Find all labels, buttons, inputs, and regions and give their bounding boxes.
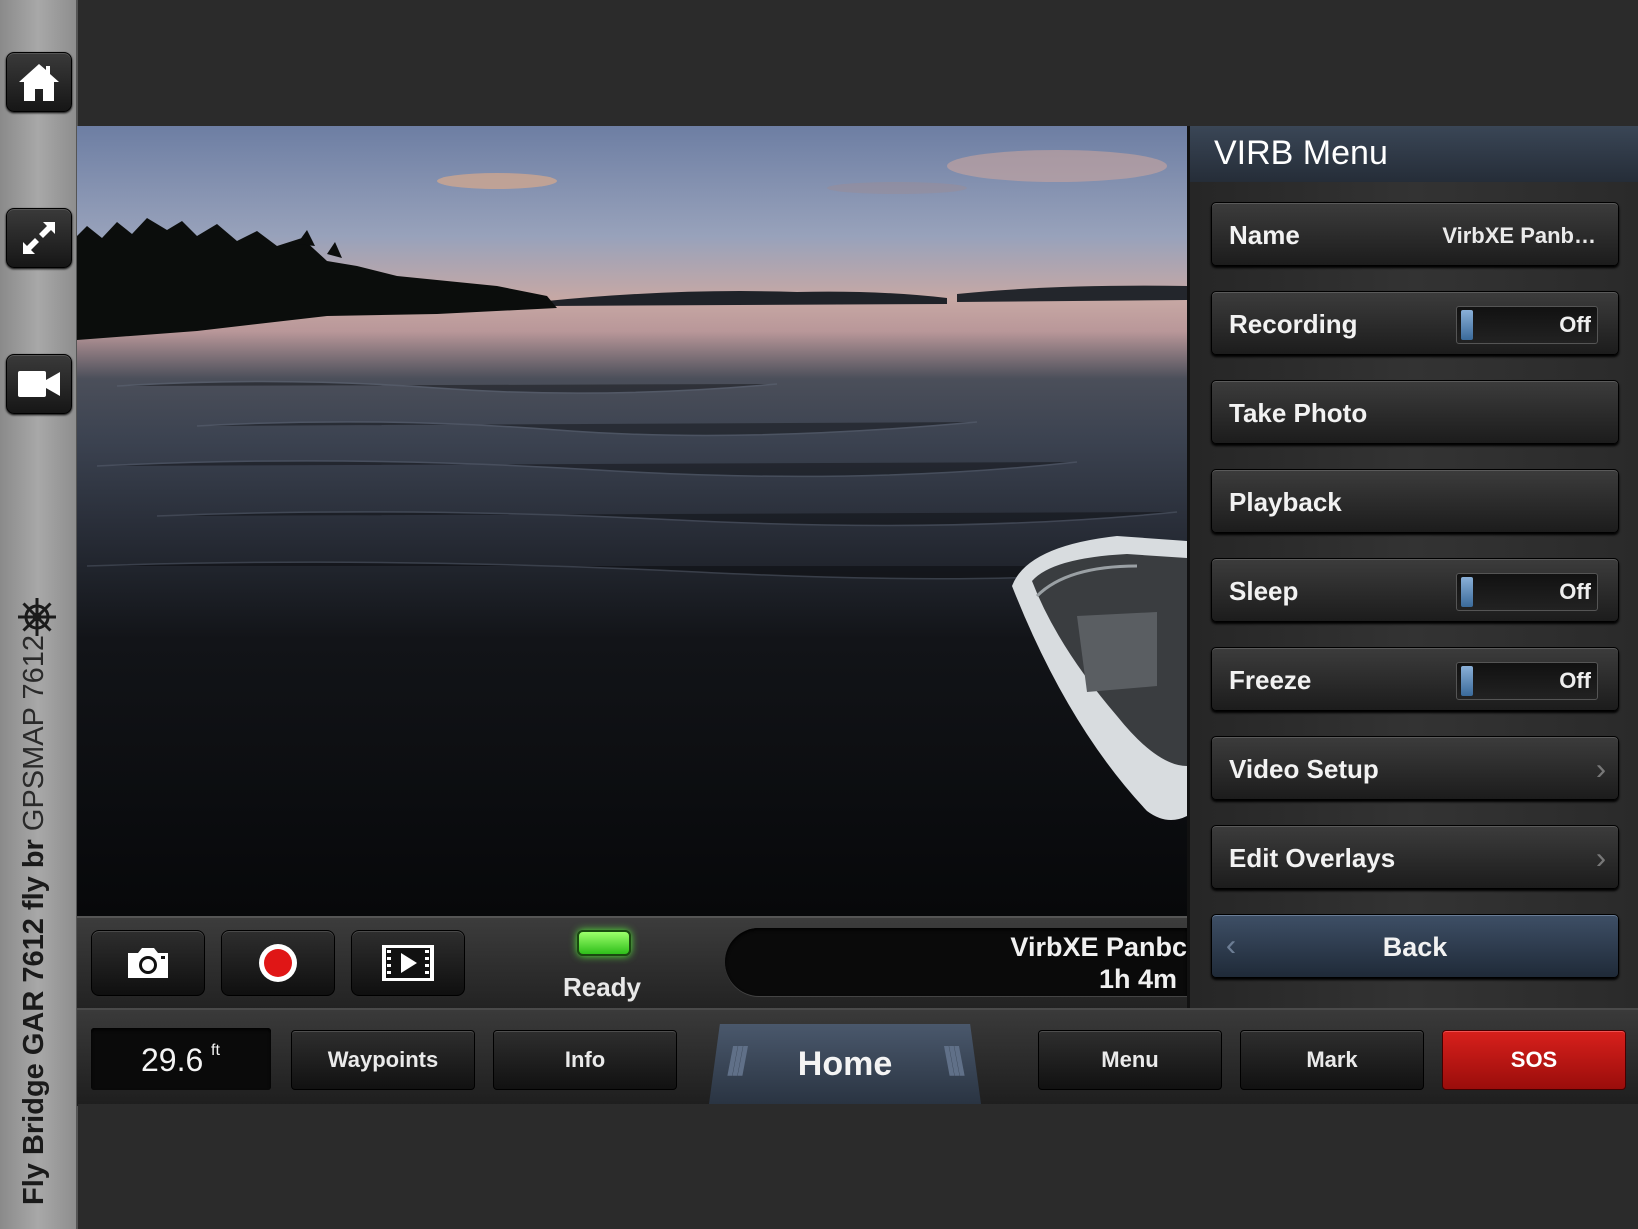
device-model: GPSMAP 7612 xyxy=(18,634,50,832)
record-button[interactable] xyxy=(221,930,335,996)
device-label: Fly Bridge GAR 7612 fly br GPSMAP 7612 xyxy=(18,635,51,1205)
recording-toggle[interactable]: Off xyxy=(1456,306,1598,344)
toggle-knob xyxy=(1461,310,1473,340)
take-photo-label: Take Photo xyxy=(1229,398,1368,428)
ready-indicator-led xyxy=(577,930,631,956)
fullscreen-icon xyxy=(23,222,55,254)
film-play-icon xyxy=(382,945,434,981)
recording-label: Recording xyxy=(1229,309,1358,339)
back-button[interactable]: ‹‹ Back xyxy=(1211,914,1619,978)
name-item[interactable]: Name VirbXE Panb… xyxy=(1211,202,1619,266)
mark-button[interactable]: Mark xyxy=(1240,1030,1424,1090)
fullscreen-rail-button[interactable] xyxy=(6,208,72,268)
left-rail: Fly Bridge GAR 7612 fly br GPSMAP 7612 xyxy=(0,0,78,1229)
camera-icon xyxy=(128,948,168,978)
freeze-state: Off xyxy=(1559,668,1591,693)
depth-value: 29.6 xyxy=(141,1042,204,1078)
bottom-strip xyxy=(78,1104,1638,1229)
camera-feed xyxy=(77,126,1187,916)
camera-info-display: VirbXE Panbc 1h 4m xyxy=(725,928,1187,996)
name-value: VirbXE Panb… xyxy=(1442,223,1596,248)
video-setup-label: Video Setup xyxy=(1229,754,1379,784)
info-button[interactable]: Info xyxy=(493,1030,677,1090)
playback-label: Playback xyxy=(1229,487,1342,517)
freeze-label: Freeze xyxy=(1229,665,1312,695)
sleep-toggle[interactable]: Off xyxy=(1456,573,1598,611)
tab-grip-left-icon: /// xyxy=(727,1040,748,1084)
video-rail-button[interactable] xyxy=(6,354,72,414)
depth-unit: ft xyxy=(211,1042,220,1059)
home-rail-button[interactable] xyxy=(6,52,72,112)
recording-item[interactable]: Recording Off xyxy=(1211,291,1619,355)
waypoints-button[interactable]: Waypoints xyxy=(291,1030,475,1090)
menu-title: VIRB Menu xyxy=(1190,126,1638,182)
menu-button[interactable]: Menu xyxy=(1038,1030,1222,1090)
depth-readout: 29.6 ft xyxy=(91,1028,271,1090)
sos-button[interactable]: SOS xyxy=(1442,1030,1626,1090)
sleep-label: Sleep xyxy=(1229,576,1299,606)
edit-overlays-item[interactable]: Edit Overlays ›› xyxy=(1211,825,1619,889)
video-camera-icon xyxy=(18,371,60,397)
toggle-knob xyxy=(1461,577,1473,607)
playback-item[interactable]: Playback xyxy=(1211,469,1619,533)
freeze-item[interactable]: Freeze Off xyxy=(1211,647,1619,711)
sleep-state: Off xyxy=(1559,579,1591,604)
recording-state: Off xyxy=(1559,312,1591,337)
tab-grip-right-icon: \\\ xyxy=(943,1040,965,1084)
home-tab[interactable]: /// Home \\\ xyxy=(709,1024,981,1104)
edit-overlays-label: Edit Overlays xyxy=(1229,843,1396,873)
camera-control-bar: Ready VirbXE Panbc 1h 4m xyxy=(77,916,1187,1010)
home-icon xyxy=(19,64,59,101)
bottom-nav-bar: 29.6 ft Waypoints Info /// Home \\\ Menu… xyxy=(77,1008,1638,1106)
toggle-knob xyxy=(1461,666,1473,696)
back-label: Back xyxy=(1382,932,1448,962)
name-label: Name xyxy=(1229,220,1300,250)
sleep-item[interactable]: Sleep Off xyxy=(1211,558,1619,622)
helm-icon xyxy=(18,598,56,636)
device-name: Fly Bridge GAR 7612 fly br xyxy=(18,839,50,1205)
record-icon xyxy=(259,944,297,982)
virb-menu-panel: VIRB Menu Name VirbXE Panb… Recording Of… xyxy=(1187,126,1638,1008)
freeze-toggle[interactable]: Off xyxy=(1456,662,1598,700)
remaining-time: 1h 4m xyxy=(1098,964,1177,994)
status-text: Ready xyxy=(562,972,642,1002)
playback-button[interactable] xyxy=(351,930,465,996)
top-strip xyxy=(78,0,1638,126)
camera-name: VirbXE Panbc xyxy=(1010,932,1187,962)
take-photo-item[interactable]: Take Photo xyxy=(1211,380,1619,444)
video-setup-item[interactable]: Video Setup ›› xyxy=(1211,736,1619,800)
home-tab-label: Home xyxy=(797,1044,893,1083)
take-photo-button[interactable] xyxy=(91,930,205,996)
